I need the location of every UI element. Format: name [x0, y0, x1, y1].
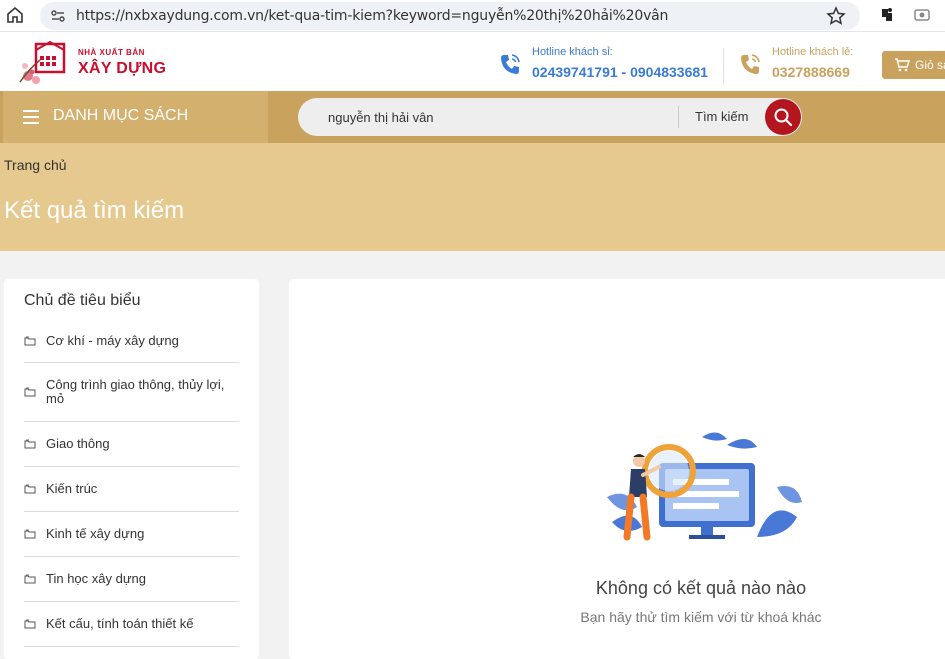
home-icon[interactable]: [4, 4, 26, 26]
breadcrumb-home[interactable]: Trang chủ: [4, 157, 67, 173]
address-bar[interactable]: https://nxbxaydung.com.vn/ket-qua-tim-ki…: [40, 2, 860, 30]
extension-icon[interactable]: [878, 6, 896, 24]
hotline-wholesale-value[interactable]: 02439741791 - 0904833681: [532, 64, 708, 80]
folder-icon: [24, 484, 36, 494]
header-divider: [723, 48, 724, 84]
category-list: Cơ khí - máy xây dựng Công trình giao th…: [24, 319, 239, 647]
category-menu-label: DANH MỤC SÁCH: [53, 107, 189, 124]
url-text[interactable]: https://nxbxaydung.com.vn/ket-qua-tim-ki…: [76, 8, 668, 24]
category-menu-button[interactable]: DANH MỤC SÁCH: [3, 91, 268, 143]
phone-icon: [498, 52, 522, 76]
search-type-select[interactable]: Tìm kiếm: [695, 109, 748, 124]
site-info-icon[interactable]: [50, 8, 66, 24]
hotline-retail-label: Hotline khách lẻ:: [772, 46, 854, 58]
search-results-panel: Không có kết quả nào nào Bạn hãy thử tìm…: [289, 279, 945, 659]
page-title: Kết quả tìm kiếm: [4, 197, 185, 224]
category-label[interactable]: Tin học xây dựng: [46, 572, 146, 586]
no-results-illustration: [597, 427, 812, 547]
nav-bar: DANH MỤC SÁCH Tìm kiếm: [0, 91, 945, 143]
no-results-title: Không có kết quả nào nào: [595, 578, 807, 598]
cart-button[interactable]: Giỏ sách: [882, 51, 945, 79]
sidebar-title: Chủ đề tiêu biểu: [24, 292, 141, 309]
folder-icon: [24, 619, 36, 629]
category-item[interactable]: Kết cấu, tính toán thiết kế: [24, 602, 239, 647]
bookmark-star-icon[interactable]: [826, 6, 846, 26]
folder-icon: [24, 336, 36, 345]
category-label[interactable]: Kết cấu, tính toán thiết kế: [46, 617, 193, 631]
category-item[interactable]: Công trình giao thông, thủy lợi, mỏ: [24, 363, 239, 422]
search-box: Tìm kiếm: [298, 98, 802, 136]
category-label[interactable]: Kinh tế xây dựng: [46, 527, 144, 541]
folder-icon: [24, 529, 36, 539]
category-item[interactable]: Giao thông: [24, 422, 239, 467]
search-input[interactable]: [328, 108, 668, 126]
logo-subtitle: NHÀ XUẤT BẢN: [78, 48, 145, 57]
publisher-logo[interactable]: NHÀ XUẤT BẢN XÂY DỰNG: [18, 38, 168, 88]
search-icon: [774, 108, 793, 127]
search-divider: [678, 106, 679, 128]
search-button[interactable]: [765, 99, 801, 135]
no-results-subtitle: Bạn hãy thử tìm kiếm với từ khoá khác: [580, 609, 822, 625]
hamburger-icon: [23, 110, 39, 124]
logo-title: XÂY DỰNG: [78, 60, 167, 77]
cart-icon: [895, 58, 910, 72]
folder-icon: [24, 439, 36, 449]
site-header: NHÀ XUẤT BẢN XÂY DỰNG Hotline khách sỉ: …: [0, 32, 945, 92]
category-item[interactable]: Tin học xây dựng: [24, 557, 239, 602]
hotline-retail-value[interactable]: 0327888669: [772, 64, 850, 80]
category-label[interactable]: Công trình giao thông, thủy lợi, mỏ: [46, 378, 239, 406]
category-label[interactable]: Kiến trúc: [46, 482, 97, 496]
category-label[interactable]: Cơ khí - máy xây dựng: [46, 333, 179, 348]
folder-icon: [24, 387, 36, 397]
category-item[interactable]: Kinh tế xây dựng: [24, 512, 239, 557]
phone-icon: [738, 52, 762, 76]
category-label[interactable]: Giao thông: [46, 437, 110, 451]
category-item[interactable]: Cơ khí - máy xây dựng: [24, 319, 239, 363]
page-banner: Trang chủ Kết quả tìm kiếm: [0, 143, 945, 251]
sidebar: Chủ đề tiêu biểu Cơ khí - máy xây dựng C…: [4, 279, 259, 659]
folder-icon: [24, 574, 36, 584]
category-item[interactable]: Kiến trúc: [24, 467, 239, 512]
cart-label: Giỏ sách: [915, 58, 945, 72]
hotline-wholesale-label: Hotline khách sỉ:: [532, 46, 613, 58]
browser-toolbar: https://nxbxaydung.com.vn/ket-qua-tim-ki…: [0, 0, 945, 32]
screenshot-extension-icon[interactable]: [912, 6, 932, 24]
